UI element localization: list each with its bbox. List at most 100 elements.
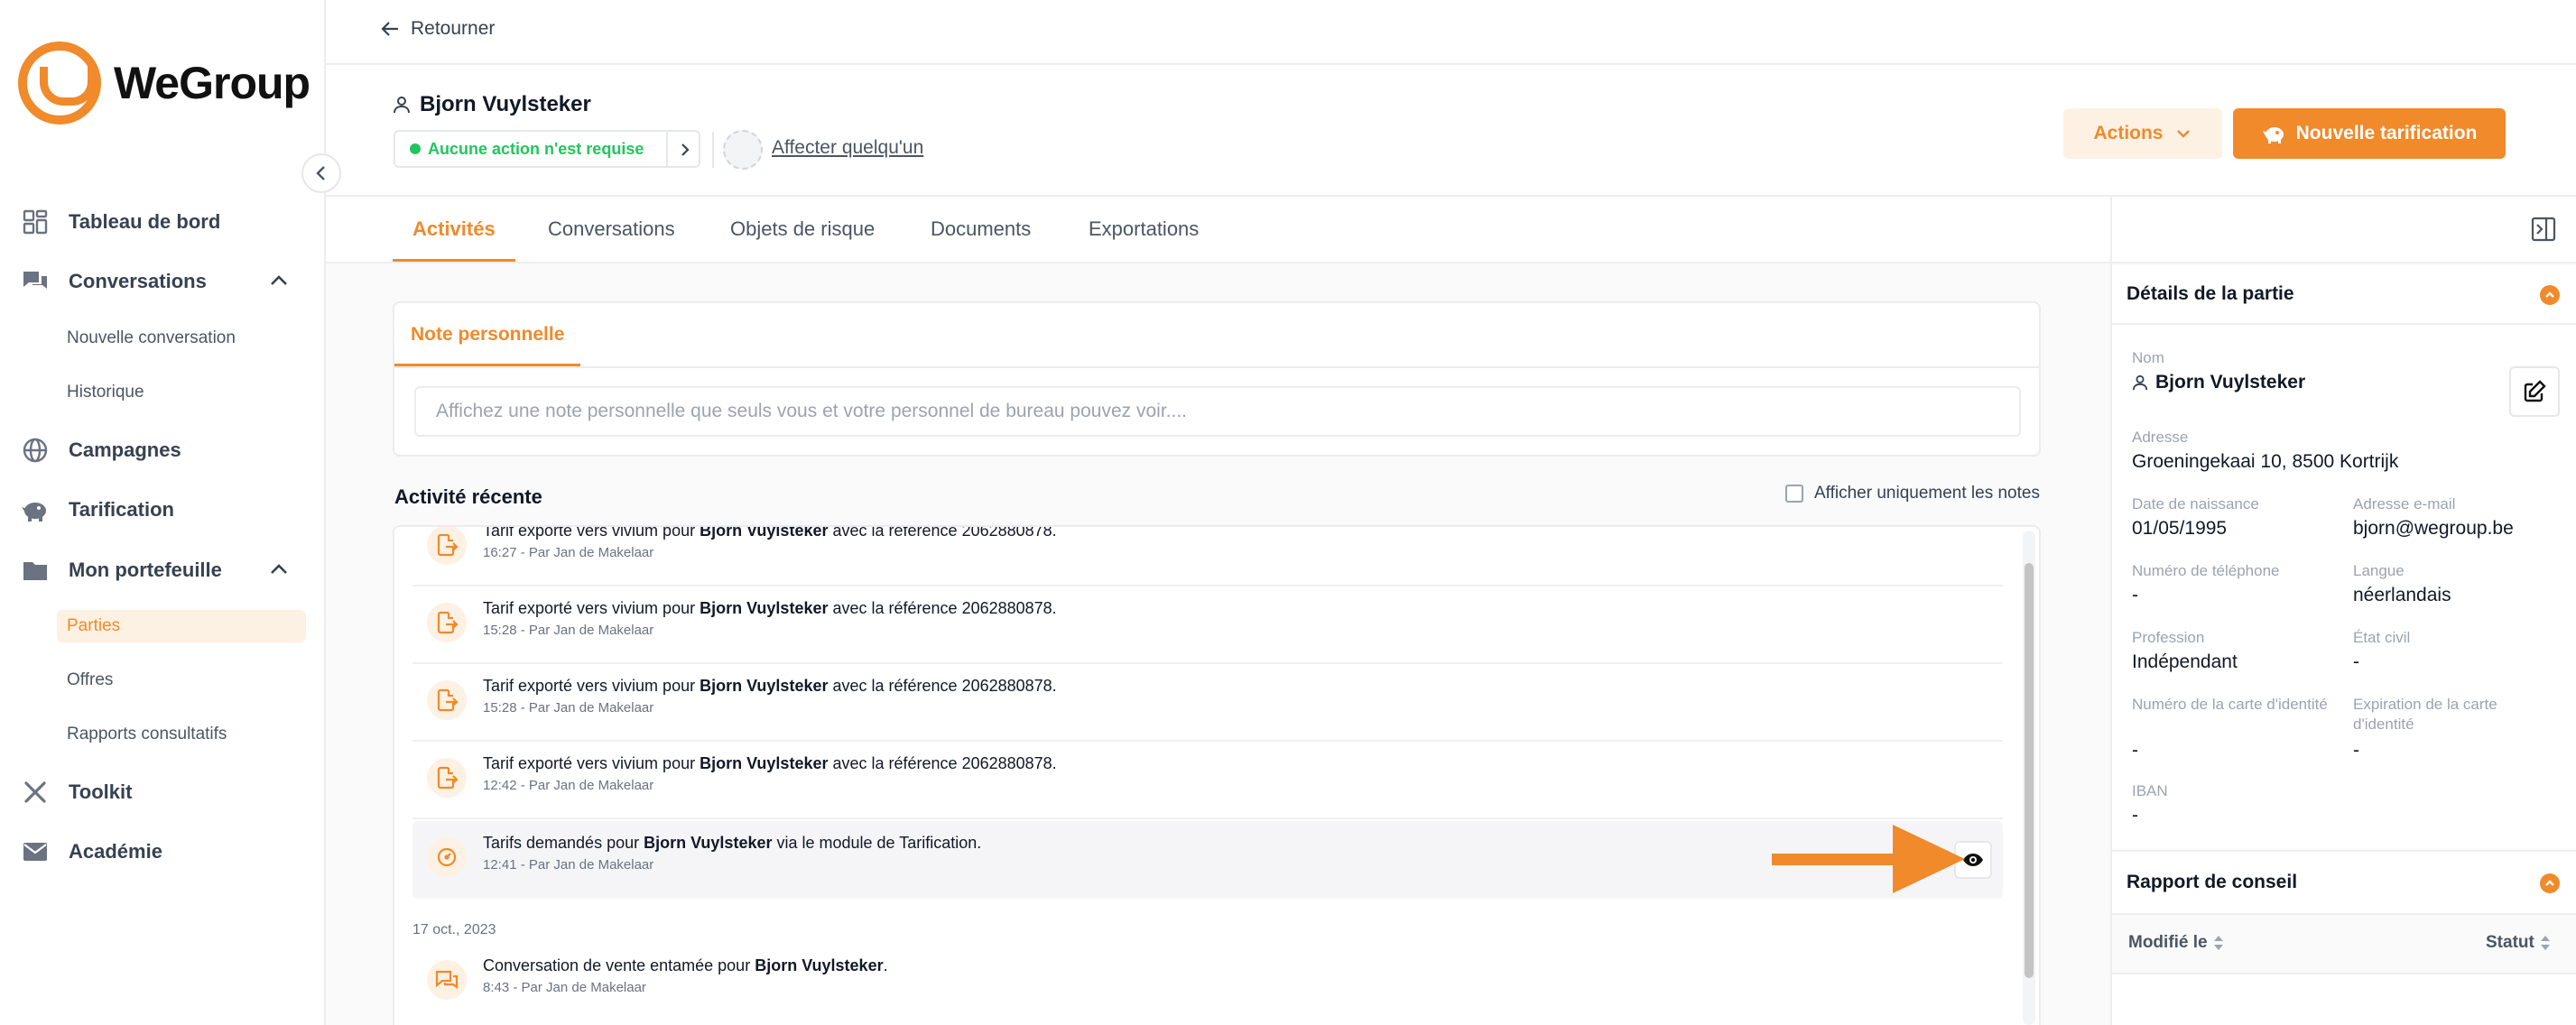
sidebar-item-conversations[interactable]: Conversations xyxy=(20,262,287,301)
advice-report-header[interactable]: Rapport de conseil xyxy=(2112,850,2576,915)
only-notes-checkbox[interactable]: Afficher uniquement les notes xyxy=(1785,484,2040,503)
activity-scrollbar[interactable] xyxy=(2023,531,2035,1025)
assignee-avatar[interactable] xyxy=(723,130,763,170)
divider xyxy=(712,132,714,168)
party-details-title: Détails de la partie xyxy=(2127,283,2294,304)
globe-icon xyxy=(20,435,51,466)
sort-icon xyxy=(2540,935,2551,951)
tab-activities[interactable]: Activités xyxy=(393,197,515,262)
status-pill[interactable]: Aucune action n'est requise xyxy=(394,130,700,168)
sidebar-item-academy[interactable]: Académie xyxy=(20,832,162,872)
field-value-email: bjorn@wegroup.be xyxy=(2353,518,2514,539)
only-notes-label: Afficher uniquement les notes xyxy=(1814,484,2040,503)
logo-text: WeGroup xyxy=(114,58,310,108)
dashboard-icon xyxy=(20,207,51,237)
field-label: Numéro de téléphone xyxy=(2132,562,2280,579)
export-icon xyxy=(427,758,467,798)
arrow-left-icon xyxy=(380,19,400,39)
sidebar-subitem-advice-reports[interactable]: Rapports consultatifs xyxy=(67,718,227,751)
sidebar-subitem-offers[interactable]: Offres xyxy=(67,664,113,697)
personal-note-input[interactable]: Affichez une note personnelle que seuls … xyxy=(414,386,2021,437)
activity-meta: 16:27 - Par Jan de Makelaar xyxy=(483,545,654,560)
sidebar-item-campaigns[interactable]: Campagnes xyxy=(20,430,181,470)
export-icon xyxy=(427,603,467,642)
recent-activity-title: Activité récente xyxy=(394,485,542,508)
field-label: Numéro de la carte d'identité xyxy=(2132,696,2328,713)
edit-button[interactable] xyxy=(2509,366,2560,417)
chevron-up-icon[interactable] xyxy=(267,269,291,297)
divider xyxy=(666,132,668,166)
list-item[interactable]: Tarif exporté vers vivium pour Bjorn Vuy… xyxy=(412,664,2003,742)
chat-icon xyxy=(20,266,51,297)
tab-risk-objects[interactable]: Objets de risque xyxy=(730,197,875,262)
sidebar-item-label: Toolkit xyxy=(69,780,133,803)
chevron-up-icon[interactable] xyxy=(2540,873,2560,893)
sidebar-subitem-history[interactable]: Historique xyxy=(67,376,144,409)
field-value-profession: Indépendant xyxy=(2132,651,2238,672)
list-item[interactable]: Tarif exporté vers vivium pour Bjorn Vuy… xyxy=(412,586,2003,664)
new-pricing-label: Nouvelle tarification xyxy=(2295,123,2478,143)
new-pricing-button[interactable]: Nouvelle tarification xyxy=(2233,108,2506,159)
sidebar-item-label: Tarification xyxy=(69,498,174,521)
tab-bar: Activités Conversations Objets de risque… xyxy=(326,197,2110,263)
party-title: Bjorn Vuylsteker xyxy=(393,92,591,117)
piggy-bank-icon xyxy=(20,494,51,525)
sidebar-subitem-new-conversation[interactable]: Nouvelle conversation xyxy=(67,322,236,355)
annotation-arrow-icon xyxy=(1772,825,1965,893)
field-value-address: Groeningekaai 10, 8500 Kortrijk xyxy=(2132,451,2399,472)
checkbox[interactable] xyxy=(1785,485,1803,503)
sidebar-subitem-parties[interactable]: Parties xyxy=(57,610,306,642)
chevron-right-icon[interactable] xyxy=(672,137,699,162)
chevron-up-icon[interactable] xyxy=(2540,285,2560,305)
sidebar-item-dashboard[interactable]: Tableau de bord xyxy=(20,202,220,242)
activity-meta: 8:43 - Par Jan de Makelaar xyxy=(483,980,646,995)
main-content: Note personnelle Affichez une note perso… xyxy=(326,263,2110,1025)
assign-someone-link[interactable]: Affecter quelqu'un xyxy=(772,137,923,159)
activity-meta: 12:41 - Par Jan de Makelaar xyxy=(483,857,654,873)
list-item[interactable]: Tarif exporté vers vivium pour Bjorn Vuy… xyxy=(412,742,2003,819)
field-label: Expiration de la carte d'identité xyxy=(2353,696,2497,733)
party-details-header[interactable]: Détails de la partie xyxy=(2112,265,2576,325)
sidebar-item-label: Campagnes xyxy=(69,439,181,461)
sidebar-item-label: Mon portefeuille xyxy=(69,559,222,581)
list-item[interactable]: Tarif exporté vers vivium pour Bjorn Vuy… xyxy=(412,527,2003,586)
field-value-name: Bjorn Vuylsteker xyxy=(2132,372,2305,393)
collapse-sidebar-button[interactable] xyxy=(301,153,341,193)
tab-exports[interactable]: Exportations xyxy=(1089,197,1199,262)
field-value-birthdate: 01/05/1995 xyxy=(2132,518,2228,539)
export-icon xyxy=(427,680,467,720)
activity-meta: 12:42 - Par Jan de Makelaar xyxy=(483,778,654,793)
field-value-civil-status: - xyxy=(2353,651,2359,672)
sidebar-item-toolkit[interactable]: Toolkit xyxy=(20,772,132,812)
tab-personal-note[interactable]: Note personnelle xyxy=(394,303,581,366)
back-button[interactable]: Retourner xyxy=(380,18,495,40)
field-label: État civil xyxy=(2353,629,2411,646)
field-label: Langue xyxy=(2353,562,2405,579)
back-label: Retourner xyxy=(411,18,496,39)
sidebar-item-pricing[interactable]: Tarification xyxy=(20,490,174,530)
list-item[interactable]: Conversation de vente entamée pour Bjorn… xyxy=(412,944,2003,1021)
tab-conversations[interactable]: Conversations xyxy=(548,197,675,262)
activity-text: Tarif exporté vers vivium pour Bjorn Vuy… xyxy=(483,754,1057,772)
panel-collapse-icon[interactable] xyxy=(2531,217,2556,242)
column-header-modified[interactable]: Modifié le xyxy=(2128,933,2224,953)
scrollbar-thumb[interactable] xyxy=(2025,563,2034,978)
actions-button[interactable]: Actions xyxy=(2063,108,2222,159)
pricing-icon xyxy=(427,837,467,877)
field-value-id-number: - xyxy=(2132,740,2138,761)
right-panel: Détails de la partie Nom Bjorn Vuylsteke… xyxy=(2110,197,2576,1025)
folder-icon xyxy=(20,555,51,586)
user-icon xyxy=(393,96,411,114)
field-label: Date de naissance xyxy=(2132,495,2259,512)
field-value-language: néerlandais xyxy=(2353,585,2451,605)
status-dot xyxy=(410,143,421,154)
chevron-up-icon[interactable] xyxy=(267,558,291,586)
chevron-left-icon xyxy=(316,166,325,180)
column-header-status[interactable]: Statut xyxy=(2486,933,2551,953)
personal-note-card: Note personnelle Affichez une note perso… xyxy=(393,301,2041,457)
sidebar-item-portfolio[interactable]: Mon portefeuille xyxy=(20,550,287,590)
list-item[interactable]: Tarifs demandés pour Bjorn Vuylsteker vi… xyxy=(412,821,2003,899)
party-name: Bjorn Vuylsteker xyxy=(420,92,591,116)
tab-documents[interactable]: Documents xyxy=(931,197,1031,262)
wegroup-logo[interactable]: WeGroup xyxy=(18,42,310,125)
